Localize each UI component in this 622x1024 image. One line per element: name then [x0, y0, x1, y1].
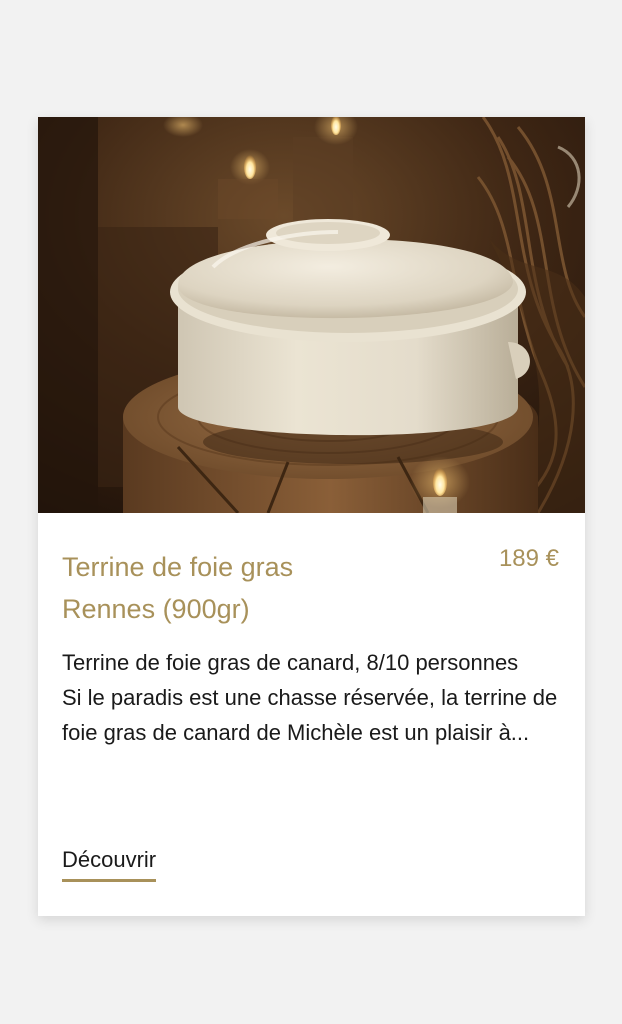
product-content: Terrine de foie gras Rennes (900gr) 189 …: [62, 513, 561, 882]
product-title[interactable]: Terrine de foie gras Rennes (900gr): [62, 546, 362, 630]
product-description: Terrine de foie gras de canard, 8/10 per…: [62, 645, 561, 750]
product-card: Terrine de foie gras Rennes (900gr) 189 …: [38, 117, 585, 916]
product-image[interactable]: [38, 117, 585, 513]
product-description-summary: Terrine de foie gras de canard, 8/10 per…: [62, 650, 519, 675]
discover-link[interactable]: Découvrir: [62, 845, 157, 882]
product-header: Terrine de foie gras Rennes (900gr) 189 …: [62, 513, 561, 633]
product-price: 189 €: [498, 545, 559, 572]
product-description-excerpt: Si le paradis est une chasse réservée, l…: [62, 685, 558, 745]
